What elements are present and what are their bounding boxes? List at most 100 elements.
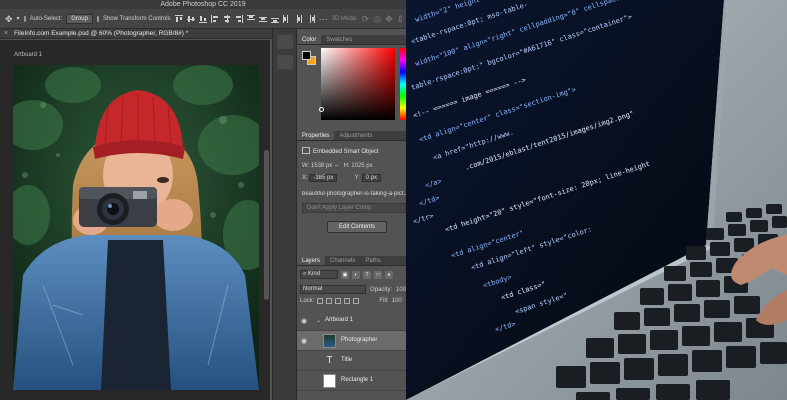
- width-value[interactable]: 1538 px: [311, 163, 332, 169]
- x-field[interactable]: -385 px: [309, 174, 338, 182]
- kind-filter-dropdown[interactable]: ⌕ Kind: [300, 270, 338, 279]
- distribute-bottom-icon[interactable]: [270, 15, 279, 23]
- lock-image-icon[interactable]: [326, 298, 333, 304]
- align-bottom-icon[interactable]: [198, 15, 207, 23]
- tab-properties[interactable]: Properties: [297, 131, 335, 140]
- options-bar: ✥ ▾ Auto-Select: Group Show Transform Co…: [0, 9, 406, 29]
- title-bar: Adobe Photoshop CC 2019: [0, 0, 406, 9]
- height-value[interactable]: 1025 px: [351, 163, 372, 169]
- 3d-roll-icon[interactable]: ◎: [373, 14, 381, 24]
- right-panels: Color Swatches Properties Adjustments Em…: [296, 29, 406, 400]
- 3d-rotate-icon[interactable]: ⟳: [362, 14, 370, 24]
- lock-label: Lock:: [300, 298, 315, 304]
- fill-label: Fill:: [379, 298, 389, 304]
- layer-rectangle-1[interactable]: Rectangle 1: [297, 371, 406, 391]
- collapsed-panel-column: [272, 29, 296, 400]
- distribute-left-icon[interactable]: [282, 14, 291, 23]
- link-icon[interactable]: ⇔: [334, 163, 342, 169]
- close-icon[interactable]: ×: [4, 30, 8, 37]
- y-label: Y:: [354, 175, 360, 181]
- blend-mode-dropdown[interactable]: Normal: [300, 285, 366, 294]
- app-title: Adobe Photoshop CC 2019: [160, 1, 246, 8]
- tab-layers[interactable]: Layers: [297, 256, 326, 265]
- adjustment-filter-icon[interactable]: ◐: [352, 270, 360, 279]
- tab-swatches[interactable]: Swatches: [321, 35, 357, 44]
- layer-artboard-1[interactable]: ◉ ⌄ Artboard 1: [297, 311, 406, 331]
- chevron-down-icon[interactable]: ⌄: [316, 317, 321, 324]
- layer-thumbnail: [323, 334, 336, 348]
- laptop-code-photo: width="2" height="5" alt="" cellpadding=…: [406, 0, 787, 400]
- auto-select-dropdown[interactable]: Group: [66, 13, 93, 24]
- kind-label: Kind: [308, 271, 321, 277]
- tab-color[interactable]: Color: [297, 35, 322, 44]
- smart-filter-icon[interactable]: ♦: [385, 270, 393, 279]
- visibility-eye-icon[interactable]: ◉: [301, 317, 309, 325]
- layer-name: Rectangle 1: [341, 377, 374, 383]
- layer-photographer[interactable]: ◉ Photographer: [297, 331, 406, 351]
- layer-title[interactable]: T Title: [297, 351, 406, 371]
- smart-object-heading: Embedded Smart Object: [302, 147, 379, 155]
- pixel-filter-icon[interactable]: ▣: [341, 270, 349, 279]
- document-tab-label: FileInfo.com Example.psd @ 60% (Photogra…: [14, 30, 189, 37]
- color-picker-field[interactable]: [319, 48, 395, 120]
- type-filter-icon[interactable]: T: [363, 270, 371, 279]
- x-label: X:: [302, 175, 308, 181]
- chevron-down-icon[interactable]: ▾: [17, 14, 20, 24]
- libraries-panel-icon[interactable]: [276, 55, 293, 69]
- tab-paths[interactable]: Paths: [360, 256, 385, 265]
- document-tab[interactable]: × FileInfo.com Example.psd @ 60% (Photog…: [0, 29, 296, 39]
- width-label: W:: [302, 163, 310, 169]
- align-top-icon[interactable]: [174, 14, 183, 23]
- shape-layer-thumbnail: [323, 374, 336, 388]
- layers-list: ◉ ⌄ Artboard 1 ◉ Photographer T Title Re…: [297, 311, 406, 391]
- align-middle-icon[interactable]: [186, 15, 195, 23]
- lock-transparent-icon[interactable]: [317, 298, 324, 304]
- object-type-label: Embedded Smart Object: [313, 149, 379, 155]
- layer-filter-row: ⌕ Kind ▣ ◐ T □ ♦: [300, 270, 393, 279]
- canvas-scrollbar[interactable]: [264, 150, 269, 300]
- size-row: W: 1538 px ⇔ H: 1025 px: [302, 163, 373, 169]
- fill-value[interactable]: 100: [392, 298, 402, 304]
- y-field[interactable]: 0 px: [361, 174, 381, 182]
- shape-filter-icon[interactable]: □: [374, 270, 382, 279]
- move-tool-icon[interactable]: ✥: [5, 14, 13, 24]
- layer-comp-dropdown[interactable]: Don't Apply Layer Comp: [302, 203, 406, 213]
- more-options-icon[interactable]: ···: [319, 14, 328, 24]
- history-panel-icon[interactable]: [276, 35, 293, 49]
- 3d-slide-icon[interactable]: ⇕: [397, 14, 405, 24]
- layer-name: Artboard 1: [325, 317, 354, 323]
- layer-name: Title: [341, 357, 353, 363]
- tab-adjustments[interactable]: Adjustments: [334, 131, 377, 140]
- align-center-icon[interactable]: [223, 14, 231, 23]
- opacity-label: Opacity:: [370, 286, 393, 293]
- 3d-drag-icon[interactable]: ✥: [385, 14, 393, 24]
- opacity-value[interactable]: 100: [396, 287, 406, 293]
- lock-all-icon[interactable]: [353, 298, 360, 304]
- text-layer-icon: T: [326, 355, 333, 366]
- edit-contents-button[interactable]: Edit Contents: [327, 221, 387, 233]
- lock-row: Lock: Fill: 100: [300, 298, 402, 304]
- photographer-image[interactable]: [13, 65, 259, 390]
- lock-position-icon[interactable]: [335, 298, 342, 304]
- lock-artboard-icon[interactable]: [344, 298, 351, 304]
- tab-channels[interactable]: Channels: [325, 256, 360, 265]
- properties-panel-tabs: Properties Adjustments: [297, 131, 406, 141]
- foreground-color-swatch[interactable]: [302, 51, 311, 60]
- distribute-center-icon[interactable]: [295, 14, 303, 23]
- distribute-top-icon[interactable]: [246, 14, 255, 23]
- 3d-mode-label: 3D Mode:: [331, 15, 358, 22]
- align-right-icon[interactable]: [235, 14, 243, 23]
- show-transform-label: Show Transform Controls: [102, 15, 171, 22]
- show-transform-checkbox[interactable]: [96, 15, 99, 22]
- artboard-label[interactable]: Artboard 1: [14, 52, 42, 58]
- layer-name: Photographer: [341, 337, 378, 343]
- distribute-middle-icon[interactable]: [258, 15, 267, 23]
- color-picker-cursor[interactable]: [319, 107, 324, 112]
- visibility-eye-icon[interactable]: ◉: [301, 337, 309, 345]
- auto-select-label: Auto-Select:: [29, 15, 63, 22]
- position-row: X: -385 px Y: 0 px: [302, 174, 381, 182]
- distribute-right-icon[interactable]: [307, 14, 315, 23]
- auto-select-checkbox[interactable]: [23, 15, 26, 22]
- layers-panel-tabs: Layers Channels Paths: [297, 256, 406, 266]
- align-left-icon[interactable]: [210, 14, 219, 23]
